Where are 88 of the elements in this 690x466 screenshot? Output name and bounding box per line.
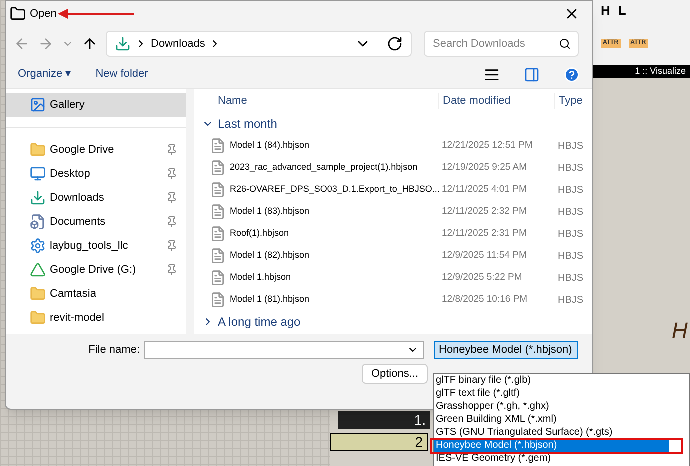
file-type-option[interactable]: GTS (GNU Triangulated Surface) (*.gts): [434, 426, 689, 439]
address-bar[interactable]: Downloads: [106, 31, 412, 57]
help-icon[interactable]: [564, 66, 580, 82]
download-icon: [30, 190, 46, 206]
file-name[interactable]: Model 1.hbjson: [230, 271, 292, 285]
options-button[interactable]: Options...: [362, 364, 428, 384]
gallery-icon: [30, 97, 46, 113]
file-icon: [210, 292, 226, 308]
search-field[interactable]: Search Downloads: [424, 31, 579, 57]
organize-button[interactable]: Organize ▾: [18, 66, 72, 83]
toolbar-letter[interactable]: L: [618, 1, 626, 21]
file-name-field[interactable]: [144, 341, 424, 359]
file-type-option[interactable]: glTF text file (*.gltf): [434, 387, 689, 400]
file-type-option[interactable]: Green Building XML (*.xml): [434, 413, 689, 426]
file-type: HBJS: [557, 272, 584, 286]
file-date: 12/8/2025 10:16 PM: [441, 292, 529, 307]
file-name[interactable]: Model 1 (81).hbjson: [230, 293, 310, 307]
sidebar-item[interactable]: Gallery: [6, 93, 186, 117]
file-type: HBJS: [557, 206, 584, 220]
folder-icon: [30, 142, 46, 158]
file-date: 12/9/2025 11:54 PM: [441, 248, 528, 263]
group-header[interactable]: Last month: [218, 115, 278, 133]
file-type: HBJS: [557, 294, 584, 308]
panel-label: 1 :: Visualize: [593, 65, 690, 78]
file-name[interactable]: 2023_rac_advanced_sample_project(1).hbjson: [230, 161, 418, 175]
file-type: HBJS: [557, 184, 584, 198]
file-type-option[interactable]: Grasshopper (*.gh, *.ghx): [434, 400, 689, 413]
file-name[interactable]: Model 1 (84).hbjson: [230, 139, 310, 153]
folder-icon: [30, 310, 46, 326]
file-icon: [210, 270, 226, 286]
node-value: 1.: [338, 411, 430, 429]
back-icon[interactable]: [14, 36, 30, 52]
sidebar-item[interactable]: Camtasia: [6, 282, 186, 306]
node-value: 2: [330, 433, 428, 451]
triangle-icon: [30, 262, 46, 278]
file-type: HBJS: [557, 228, 584, 242]
file-name[interactable]: R26-OVAREF_DPS_SO03_D.1.Export_to_HBJSO...: [230, 183, 440, 197]
up-icon[interactable]: [82, 36, 98, 52]
file-type-option[interactable]: IES-VE Geometry (*.gem): [434, 452, 689, 465]
column-header[interactable]: Date modified: [438, 92, 554, 110]
column-header[interactable]: Name: [202, 92, 438, 110]
column-header[interactable]: Type: [554, 92, 583, 110]
sidebar-item[interactable]: Downloads: [6, 186, 186, 210]
sidebar-item[interactable]: Google Drive: [6, 138, 186, 162]
gear-icon: [30, 238, 46, 254]
file-icon: [210, 182, 226, 198]
file-icon: [210, 248, 226, 264]
view-icon[interactable]: [484, 66, 500, 82]
path-segment[interactable]: Downloads: [151, 36, 206, 52]
sidebar-item[interactable]: Google Drive (G:): [6, 258, 186, 282]
file-date: 12/11/2025 2:32 PM: [441, 204, 528, 219]
node-label: H: [672, 317, 688, 345]
desktop-icon: [30, 166, 46, 182]
file-icon: [210, 204, 226, 220]
toolbar-letter[interactable]: H: [601, 1, 610, 21]
forward-icon[interactable]: [38, 36, 54, 52]
file-type-dropdown[interactable]: Honeybee Model (*.hbjson): [434, 341, 578, 359]
file-date: 12/11/2025 4:01 PM: [441, 182, 528, 197]
refresh-icon[interactable]: [387, 36, 403, 52]
file-type-option[interactable]: Honeybee Model (*.hbjson): [434, 439, 669, 452]
download-icon: [115, 36, 131, 52]
file-name[interactable]: Model 1 (82).hbjson: [230, 249, 310, 263]
file-type: HBJS: [557, 162, 584, 176]
file-date: 12/11/2025 2:31 PM: [441, 226, 528, 241]
sidebar-item[interactable]: Documents: [6, 210, 186, 234]
search-icon: [559, 38, 571, 50]
file-type: HBJS: [557, 250, 584, 264]
new-folder-button[interactable]: New folder: [96, 66, 148, 83]
sidebar-item[interactable]: revit-model: [6, 306, 186, 330]
sidebar-item[interactable]: Desktop: [6, 162, 186, 186]
file-name[interactable]: Roof(1).hbjson: [230, 227, 290, 241]
window-title: Open: [30, 6, 57, 22]
file-type-option[interactable]: glTF binary file (*.glb): [434, 374, 689, 387]
preview-pane-icon[interactable]: [524, 66, 540, 82]
folder-icon: [30, 286, 46, 302]
sidebar-item[interactable]: laybug_tools_llc: [6, 234, 186, 258]
file-name-label: File name:: [88, 342, 140, 358]
file-icon: [210, 226, 226, 242]
file-date: 12/21/2025 12:51 PM: [441, 138, 534, 153]
file-date: 12/9/2025 5:22 PM: [441, 270, 524, 285]
app-icon: [10, 6, 26, 22]
file-name[interactable]: Model 1 (83).hbjson: [230, 205, 310, 219]
file-date: 12/19/2025 9:25 AM: [441, 160, 528, 175]
file-icon: [210, 138, 226, 154]
group-header[interactable]: A long time ago: [218, 313, 301, 331]
document-icon: [30, 214, 46, 230]
file-type: HBJS: [557, 140, 584, 154]
file-icon: [210, 160, 226, 176]
